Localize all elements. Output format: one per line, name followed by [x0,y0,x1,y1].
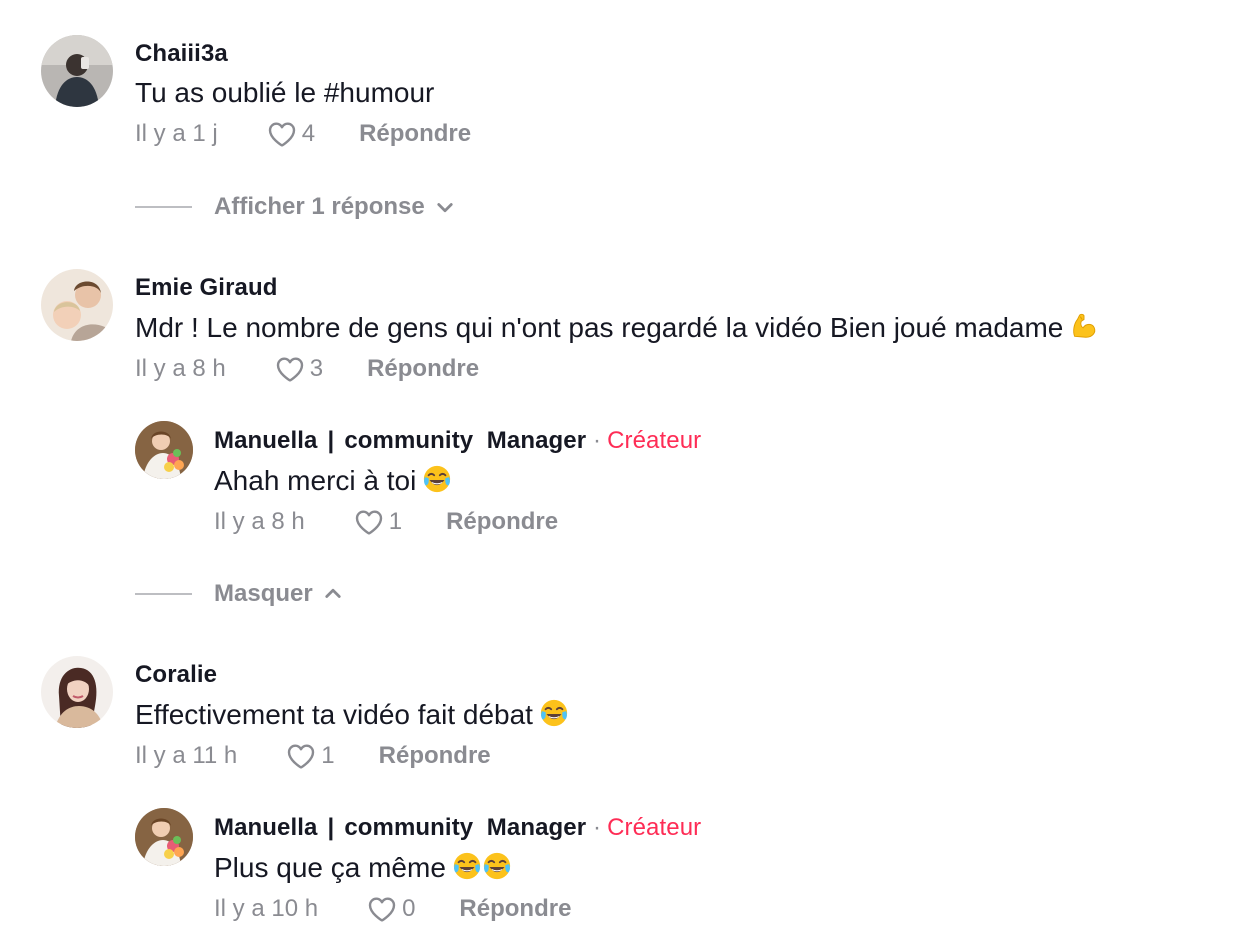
show-replies-button[interactable]: Afficher 1 réponse [135,192,455,222]
reply-text-content: Ahah merci à toi [214,465,417,496]
avatar[interactable] [41,35,113,107]
divider-line [135,593,192,595]
comment-timestamp: Il y a 1 j [135,120,218,147]
reply-button[interactable]: Répondre [379,742,491,770]
face-with-tears-of-joy-icon [422,464,452,494]
hide-replies-label: Masquer [214,580,313,607]
face-with-tears-of-joy-icon [452,851,482,881]
heart-icon [353,506,385,538]
reply-author[interactable]: Manuella | community Manager · Créateur [214,427,701,455]
comment-text: Tu as oublié le #humour [135,77,434,109]
avatar[interactable] [135,421,193,479]
creator-badge: · Créateur [592,814,702,841]
hide-replies-button[interactable]: Masquer [135,579,343,609]
creator-badge: · Créateur [592,427,702,454]
like-count: 1 [321,742,335,769]
author-name-part2: community Manager [344,427,587,454]
like-button[interactable]: 1 [353,506,402,538]
heart-icon [366,893,398,925]
heart-icon [285,740,317,772]
reply-text-content: Plus que ça même [214,852,446,883]
creator-badge-label: Créateur [607,427,702,454]
avatar[interactable] [135,808,193,866]
like-count: 0 [402,895,416,922]
reply-timestamp: Il y a 8 h [214,508,305,535]
comment-author[interactable]: Coralie [135,661,217,689]
comment-text-content: Tu as oublié le #humour [135,77,435,108]
like-button[interactable]: 1 [285,740,335,772]
comment-author[interactable]: Chaiii3a [135,40,228,68]
comment-author[interactable]: Emie Giraud [135,274,277,302]
face-with-tears-of-joy-icon [482,851,512,881]
reply-button[interactable]: Répondre [446,508,558,536]
comment-timestamp: Il y a 11 h [135,742,238,769]
like-button[interactable]: 4 [266,118,315,150]
comment-text: Effectivement ta vidéo fait débat [135,698,569,731]
reply-button[interactable]: Répondre [459,895,571,923]
like-count: 1 [388,508,403,535]
author-name-separator: | [327,427,335,454]
reply-button[interactable]: Répondre [367,355,479,383]
face-with-tears-of-joy-icon [539,698,569,728]
reply-meta: Il y a 10 h 0 Répondre [214,893,571,925]
author-name-part1: Manuella [214,427,318,454]
comment-text-content: Mdr ! Le nombre de gens qui n'ont pas re… [135,312,1064,343]
heart-icon [266,118,298,150]
comment-meta: Il y a 8 h 3 Répondre [135,353,479,385]
flexed-biceps-icon [1069,311,1099,341]
divider-line [135,206,192,208]
like-button[interactable]: 0 [366,893,415,925]
author-name-part1: Manuella [214,814,318,841]
chevron-down-icon [435,197,455,217]
reply-timestamp: Il y a 10 h [214,895,319,922]
author-name-part2: community Manager [344,814,587,841]
reply-text: Ahah merci à toi [214,464,452,497]
chevron-up-icon [323,584,343,604]
comment-meta: Il y a 11 h 1 Répondre [135,740,491,772]
comment-text: Mdr ! Le nombre de gens qui n'ont pas re… [135,311,1099,344]
like-count: 4 [301,120,316,147]
show-replies-label: Afficher 1 réponse [214,193,425,220]
avatar[interactable] [41,656,113,728]
comment-text-content: Effectivement ta vidéo fait débat [135,699,533,730]
heart-icon [274,353,306,385]
like-count: 3 [309,355,324,382]
creator-badge-label: Créateur [607,814,702,841]
comment-timestamp: Il y a 8 h [135,355,226,382]
like-button[interactable]: 3 [274,353,323,385]
reply-meta: Il y a 8 h 1 Répondre [214,506,558,538]
author-name-separator: | [327,814,335,841]
reply-author[interactable]: Manuella | community Manager · Créateur [214,814,701,842]
reply-text: Plus que ça même [214,851,512,884]
comment-meta: Il y a 1 j 4 Répondre [135,118,471,150]
reply-button[interactable]: Répondre [359,120,471,148]
avatar[interactable] [41,269,113,341]
